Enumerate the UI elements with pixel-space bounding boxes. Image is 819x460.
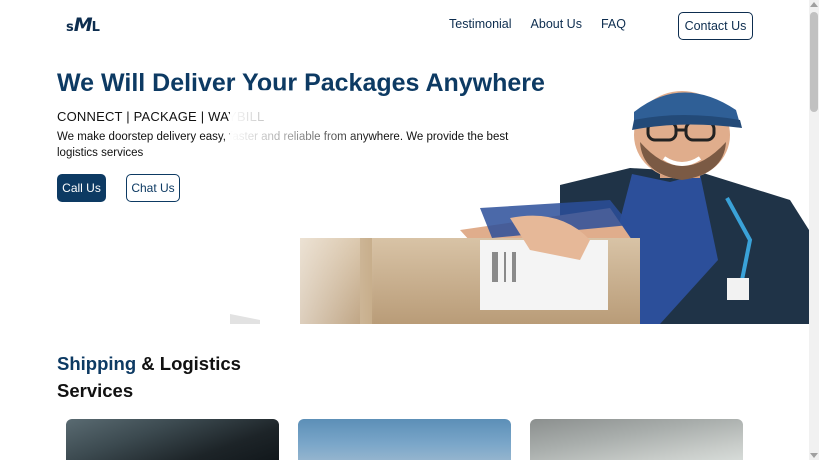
logo[interactable]: sML — [66, 14, 100, 36]
nav-link-testimonial[interactable]: Testimonial — [449, 17, 512, 31]
nav-link-about-us[interactable]: About Us — [531, 17, 582, 31]
chat-us-button[interactable]: Chat Us — [126, 174, 180, 202]
vertical-scrollbar[interactable] — [809, 0, 819, 460]
service-card-image[interactable] — [298, 419, 511, 460]
services-title-rest: & Logistics — [141, 353, 241, 374]
service-card-image[interactable] — [66, 419, 279, 460]
main-nav: Testimonial About Us FAQ — [449, 17, 626, 31]
logo-letter-l: L — [91, 20, 100, 35]
service-card-image[interactable] — [530, 419, 743, 460]
delivery-man-image — [230, 90, 809, 324]
scroll-up-icon[interactable] — [810, 2, 818, 7]
logo-letter-m: M — [73, 14, 93, 36]
nav-link-faq[interactable]: FAQ — [601, 17, 626, 31]
page: sML Testimonial About Us FAQ Contact Us … — [0, 0, 809, 460]
services-title-accent: Shipping — [57, 353, 137, 374]
contact-us-button[interactable]: Contact Us — [678, 12, 753, 40]
call-us-button[interactable]: Call Us — [57, 174, 106, 202]
scroll-down-icon[interactable] — [810, 453, 818, 458]
scrollbar-thumb[interactable] — [810, 12, 818, 112]
logo-letter-s: s — [66, 20, 74, 35]
services-title-line2: Services — [57, 380, 134, 401]
services-title: Shipping & Logistics Services — [57, 350, 241, 404]
